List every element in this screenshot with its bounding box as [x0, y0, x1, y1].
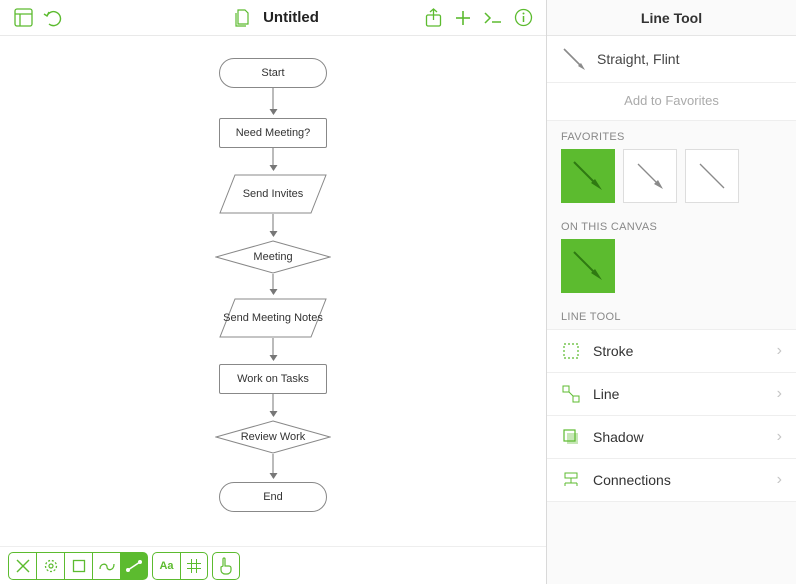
documents-button[interactable] — [227, 4, 257, 32]
shadow-icon — [561, 427, 581, 447]
node-label: Start — [261, 67, 284, 80]
row-label: Stroke — [593, 343, 765, 359]
node-send-invites[interactable]: Send Invites — [219, 174, 327, 214]
canvas[interactable]: Start Need Meeting? Send Invites Meeting… — [0, 36, 546, 546]
edge — [273, 338, 274, 360]
node-label: Review Work — [241, 431, 306, 444]
node-label: Work on Tasks — [237, 373, 309, 386]
node-label: Meeting — [253, 251, 292, 264]
row-label: Line — [593, 386, 765, 402]
shadow-row[interactable]: Shadow › — [547, 416, 796, 459]
node-need-meeting[interactable]: Need Meeting? — [219, 118, 327, 148]
tool-tray: Aa — [0, 546, 546, 584]
node-work-tasks[interactable]: Work on Tasks — [219, 364, 327, 394]
drawer-button[interactable] — [8, 4, 38, 32]
node-label: Send Meeting Notes — [223, 312, 323, 325]
main-toolbar: Untitled — [0, 0, 546, 36]
add-button[interactable] — [448, 4, 478, 32]
node-label: End — [263, 491, 283, 504]
add-to-favorites-button[interactable]: Add to Favorites — [547, 83, 796, 121]
shape-tool[interactable] — [36, 552, 64, 580]
current-style-name: Straight, Flint — [597, 51, 679, 67]
node-end[interactable]: End — [219, 482, 327, 512]
favorites-row — [547, 149, 796, 211]
favorites-label: FAVORITES — [547, 121, 796, 149]
canvas-style-tile[interactable] — [561, 239, 615, 293]
favorite-thick-arrow[interactable] — [561, 149, 615, 203]
info-button[interactable] — [508, 4, 538, 32]
stroke-icon — [561, 341, 581, 361]
line-tool-label: LINE TOOL — [547, 301, 796, 329]
connections-icon — [561, 470, 581, 490]
node-send-notes[interactable]: Send Meeting Notes — [219, 298, 327, 338]
node-label: Send Invites — [243, 188, 304, 201]
node-label: Need Meeting? — [236, 127, 311, 140]
favorite-plain-line[interactable] — [685, 149, 739, 203]
on-canvas-row — [547, 239, 796, 301]
node-start[interactable]: Start — [219, 58, 327, 88]
console-button[interactable] — [478, 4, 508, 32]
line-row[interactable]: Line › — [547, 373, 796, 416]
chevron-right-icon: › — [777, 342, 782, 360]
edge — [273, 454, 274, 478]
grid-tool[interactable] — [180, 552, 208, 580]
row-label: Connections — [593, 472, 765, 488]
row-label: Shadow — [593, 429, 765, 445]
node-meeting[interactable]: Meeting — [215, 240, 331, 274]
freehand-tool[interactable] — [92, 552, 120, 580]
undo-button[interactable] — [38, 4, 68, 32]
text-tool[interactable]: Aa — [152, 552, 180, 580]
current-style-row[interactable]: Straight, Flint — [547, 36, 796, 83]
rect-tool[interactable] — [64, 552, 92, 580]
edge — [273, 274, 274, 294]
edge — [273, 148, 274, 170]
stroke-row[interactable]: Stroke › — [547, 330, 796, 373]
favorite-thin-arrow[interactable] — [623, 149, 677, 203]
document-title[interactable]: Untitled — [263, 9, 319, 26]
touch-tool[interactable] — [212, 552, 240, 580]
chevron-right-icon: › — [777, 471, 782, 489]
selection-tool[interactable] — [8, 552, 36, 580]
line-tool[interactable] — [120, 552, 148, 580]
edge — [273, 88, 274, 114]
edge — [273, 394, 274, 416]
line-icon — [561, 384, 581, 404]
chevron-right-icon: › — [777, 428, 782, 446]
share-button[interactable] — [418, 4, 448, 32]
node-review-work[interactable]: Review Work — [215, 420, 331, 454]
on-canvas-label: ON THIS CANVAS — [547, 211, 796, 239]
connections-row[interactable]: Connections › — [547, 459, 796, 502]
chevron-right-icon: › — [777, 385, 782, 403]
edge — [273, 214, 274, 236]
inspector-panel: Line Tool Straight, Flint Add to Favorit… — [547, 0, 796, 584]
inspector-title: Line Tool — [547, 0, 796, 36]
line-style-icon — [561, 46, 587, 72]
